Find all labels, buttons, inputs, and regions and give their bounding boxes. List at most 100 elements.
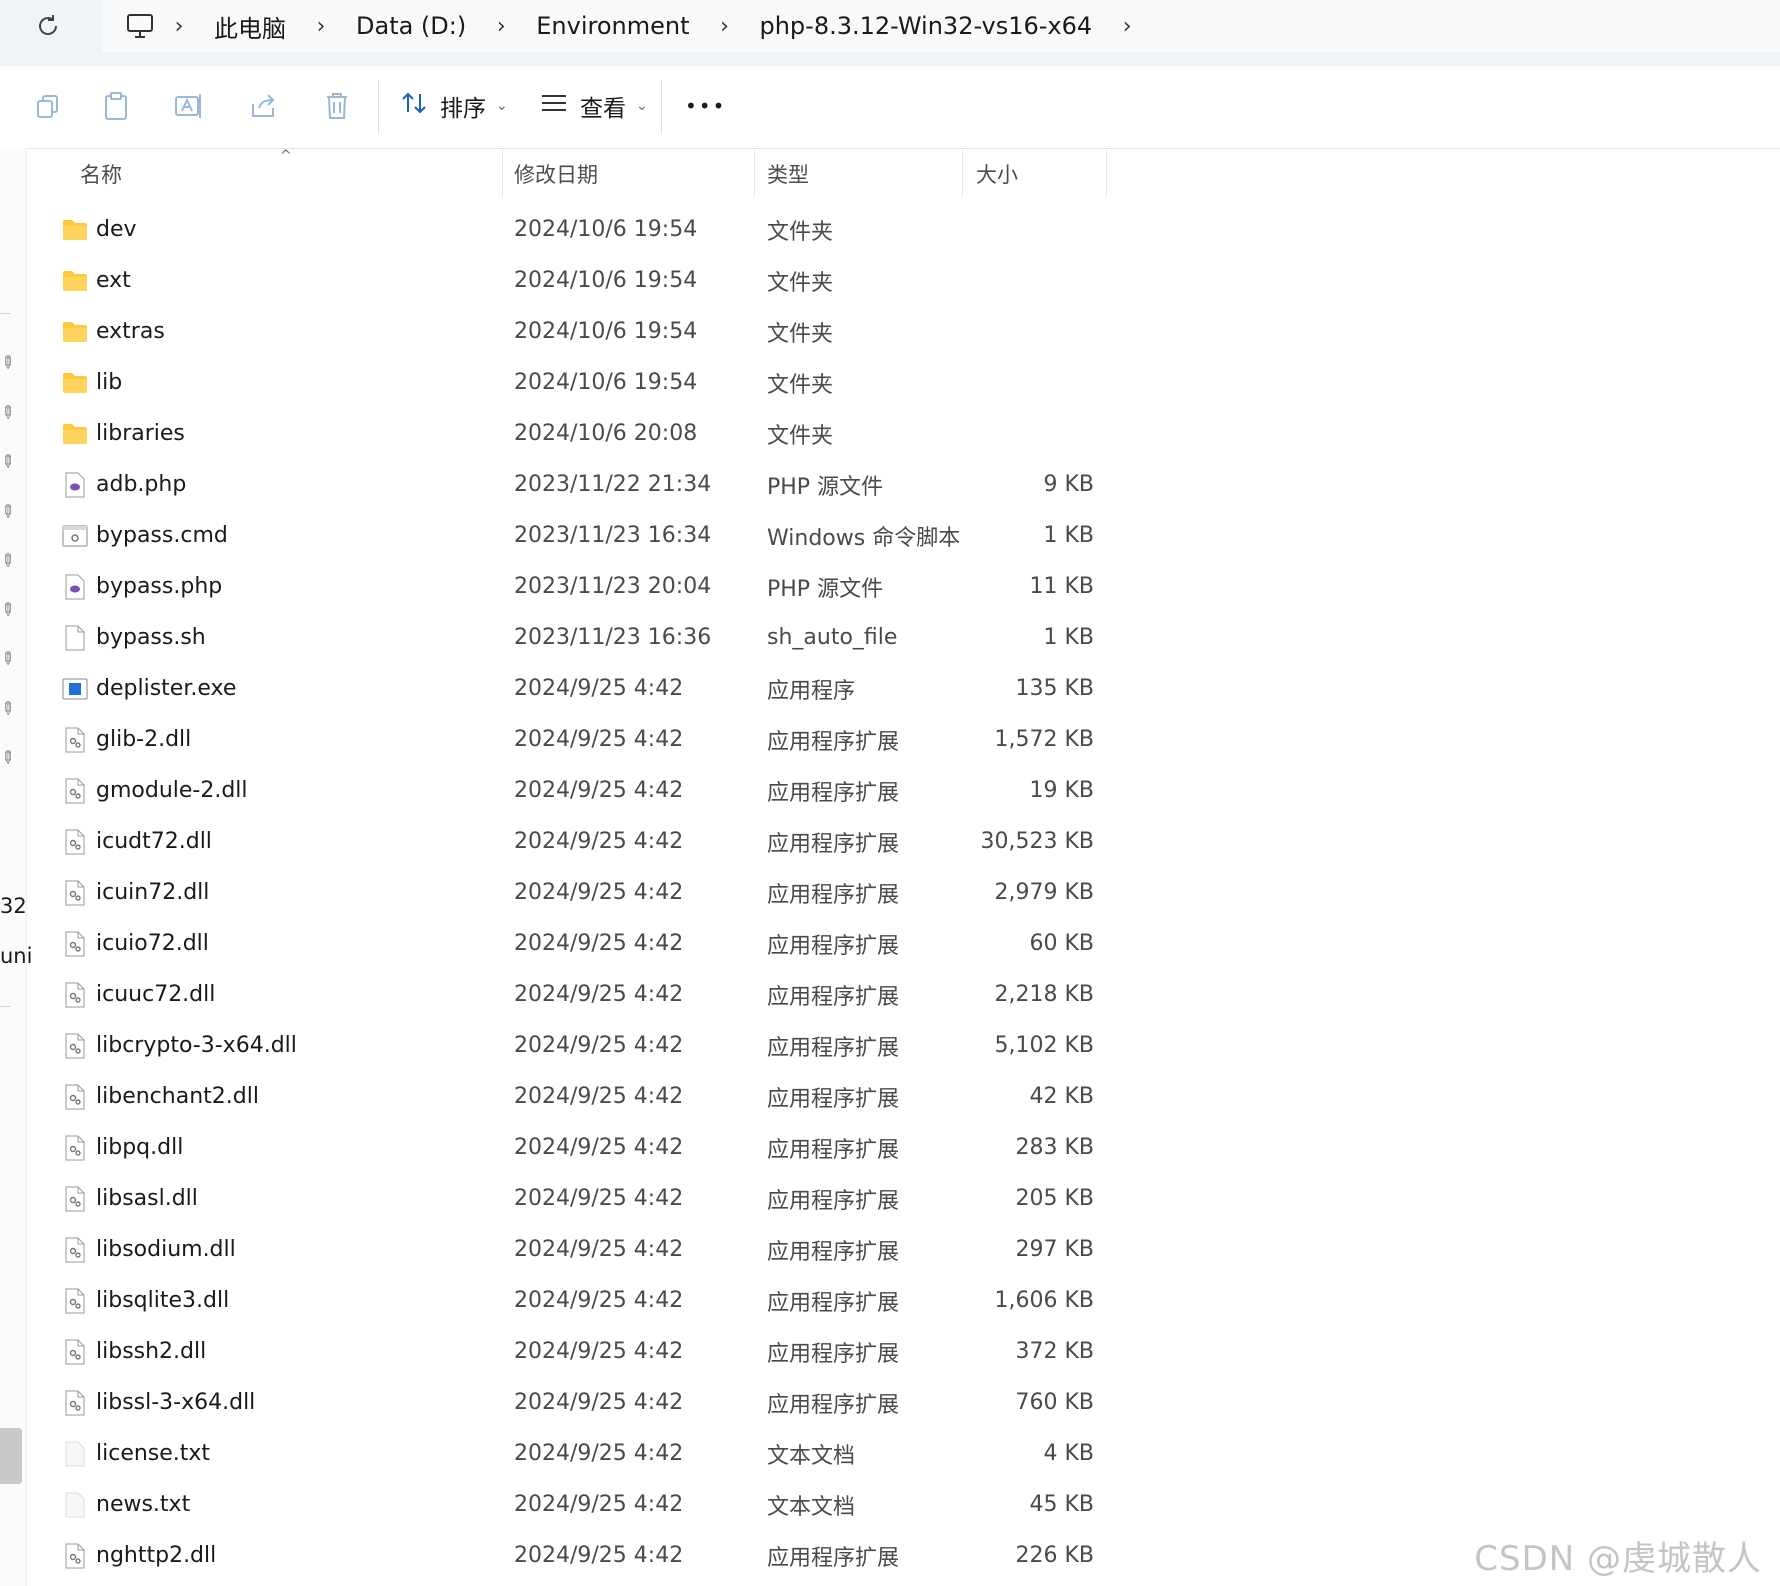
pin-icon[interactable]: ✎ <box>0 351 19 375</box>
file-name[interactable]: libpq.dll <box>96 1122 183 1173</box>
file-name[interactable]: libraries <box>96 408 185 459</box>
breadcrumb-item-this-pc[interactable]: 此电脑 <box>198 9 302 44</box>
column-divider[interactable] <box>1106 150 1107 198</box>
file-name[interactable]: icuuc72.dll <box>96 969 215 1020</box>
file-name[interactable]: deplister.exe <box>96 663 236 714</box>
file-name[interactable]: libenchant2.dll <box>96 1071 259 1122</box>
file-row[interactable]: icuuc72.dll 2024/9/25 4:42 应用程序扩展 2,218 KB <box>58 969 1108 1020</box>
file-row[interactable]: extras 2024/10/6 19:54 文件夹 <box>58 306 1108 357</box>
file-name[interactable]: license.txt <box>96 1428 210 1479</box>
file-row[interactable]: bypass.php 2023/11/23 20:04 PHP 源文件 11 KB <box>58 561 1108 612</box>
breadcrumb-item-environment[interactable]: Environment <box>520 12 705 40</box>
file-row[interactable]: libssh2.dll 2024/9/25 4:42 应用程序扩展 372 KB <box>58 1326 1108 1377</box>
pin-icon[interactable]: ✎ <box>0 746 19 770</box>
more-options-button[interactable]: ••• <box>685 84 726 128</box>
pin-icon[interactable]: ✎ <box>0 549 19 573</box>
chevron-right-icon[interactable]: › <box>705 14 743 39</box>
file-row[interactable]: libcrypto-3-x64.dll 2024/9/25 4:42 应用程序扩展 5… <box>58 1020 1108 1071</box>
file-row[interactable]: libsasl.dll 2024/9/25 4:42 应用程序扩展 205 KB <box>58 1173 1108 1224</box>
file-name[interactable]: bypass.cmd <box>96 510 228 561</box>
file-name[interactable]: libssl-3-x64.dll <box>96 1377 255 1428</box>
column-header-size[interactable]: 大小 <box>976 150 1018 198</box>
refresh-icon[interactable] <box>30 8 66 44</box>
nav-item-fragment[interactable]: 32 <box>0 894 27 918</box>
pin-icon[interactable]: ✎ <box>0 500 19 524</box>
file-name[interactable]: glib-2.dll <box>96 714 191 765</box>
file-row[interactable]: libsodium.dll 2024/9/25 4:42 应用程序扩展 297 KB <box>58 1224 1108 1275</box>
file-name[interactable]: libsqlite3.dll <box>96 1275 229 1326</box>
file-row[interactable]: license.txt 2024/9/25 4:42 文本文档 4 KB <box>58 1428 1108 1479</box>
file-row[interactable]: glib-2.dll 2024/9/25 4:42 应用程序扩展 1,572 KB <box>58 714 1108 765</box>
file-name[interactable]: icuio72.dll <box>96 918 209 969</box>
file-name[interactable]: lib <box>96 357 122 408</box>
column-divider[interactable] <box>962 150 963 198</box>
file-row[interactable]: lib 2024/10/6 19:54 文件夹 <box>58 357 1108 408</box>
file-row[interactable]: deplister.exe 2024/9/25 4:42 应用程序 135 KB <box>58 663 1108 714</box>
file-name[interactable]: libcrypto-3-x64.dll <box>96 1020 297 1071</box>
file-name[interactable]: icudt72.dll <box>96 816 212 867</box>
file-row[interactable]: bypass.cmd 2023/11/23 16:34 Windows 命令脚本 1 … <box>58 510 1108 561</box>
chevron-right-icon[interactable]: › <box>482 14 520 39</box>
chevron-right-icon[interactable]: › <box>1108 14 1146 39</box>
pin-icon[interactable]: ✎ <box>0 697 19 721</box>
file-name[interactable]: bypass.sh <box>96 612 206 663</box>
dll-file-icon <box>60 765 90 816</box>
sort-button[interactable]: 排序 ⌄ <box>400 84 508 128</box>
folder-icon <box>60 204 90 255</box>
pin-icon[interactable]: ✎ <box>0 647 19 671</box>
file-name[interactable]: libssh2.dll <box>96 1326 206 1377</box>
file-name[interactable]: bypass.php <box>96 561 222 612</box>
file-row[interactable]: libraries 2024/10/6 20:08 文件夹 <box>58 408 1108 459</box>
file-name[interactable]: libsodium.dll <box>96 1224 236 1275</box>
pin-icon[interactable]: ✎ <box>0 450 19 474</box>
column-header-type[interactable]: 类型 <box>767 150 809 198</box>
pin-icon[interactable]: ✎ <box>0 598 19 622</box>
file-name[interactable]: adb.php <box>96 459 186 510</box>
this-pc-icon[interactable] <box>120 6 160 46</box>
file-row[interactable]: nghttp2.dll 2024/9/25 4:42 应用程序扩展 226 KB <box>58 1530 1108 1581</box>
breadcrumb-item-php-folder[interactable]: php-8.3.12-Win32-vs16-x64 <box>743 12 1108 40</box>
file-name[interactable]: ext <box>96 255 131 306</box>
file-row[interactable]: libenchant2.dll 2024/9/25 4:42 应用程序扩展 42 KB <box>58 1071 1108 1122</box>
column-header-name[interactable]: 名称 <box>80 150 122 198</box>
file-row[interactable]: news.txt 2024/9/25 4:42 文本文档 45 KB <box>58 1479 1108 1530</box>
chevron-right-icon[interactable]: › <box>160 14 198 39</box>
pin-icon[interactable]: ✎ <box>0 401 19 425</box>
column-divider[interactable] <box>754 150 755 198</box>
file-row[interactable]: ext 2024/10/6 19:54 文件夹 <box>58 255 1108 306</box>
file-name[interactable]: dev <box>96 204 137 255</box>
delete-icon[interactable] <box>317 86 357 126</box>
file-row[interactable]: libssl-3-x64.dll 2024/9/25 4:42 应用程序扩展 760 … <box>58 1377 1108 1428</box>
breadcrumb-item-data-drive[interactable]: Data (D:) <box>340 12 482 40</box>
rename-icon[interactable] <box>169 86 209 126</box>
file-row[interactable]: adb.php 2023/11/22 21:34 PHP 源文件 9 KB <box>58 459 1108 510</box>
file-name[interactable]: gmodule-2.dll <box>96 765 248 816</box>
chevron-right-icon[interactable]: › <box>302 14 340 39</box>
file-list: dev 2024/10/6 19:54 文件夹 ext 2024/10/6 19:54 文… <box>58 204 1108 1581</box>
file-row[interactable]: gmodule-2.dll 2024/9/25 4:42 应用程序扩展 19 KB <box>58 765 1108 816</box>
file-row[interactable]: dev 2024/10/6 19:54 文件夹 <box>58 204 1108 255</box>
file-name[interactable]: news.txt <box>96 1479 190 1530</box>
file-name[interactable]: libsasl.dll <box>96 1173 198 1224</box>
file-size: 760 KB <box>1015 1390 1094 1415</box>
file-size: 9 KB <box>1043 472 1094 497</box>
file-row[interactable]: libpq.dll 2024/9/25 4:42 应用程序扩展 283 KB <box>58 1122 1108 1173</box>
share-icon[interactable] <box>243 86 283 126</box>
view-button[interactable]: 查看 ⌄ <box>540 84 648 128</box>
paste-icon[interactable] <box>96 86 136 126</box>
file-name[interactable]: icuin72.dll <box>96 867 209 918</box>
nav-item-fragment[interactable]: uni <box>0 944 32 968</box>
file-type: 应用程序扩展 <box>767 882 900 908</box>
file-row[interactable]: icuio72.dll 2024/9/25 4:42 应用程序扩展 60 KB <box>58 918 1108 969</box>
column-divider[interactable] <box>502 150 503 198</box>
file-name[interactable]: nghttp2.dll <box>96 1530 216 1581</box>
file-name[interactable]: extras <box>96 306 165 357</box>
file-row[interactable]: libsqlite3.dll 2024/9/25 4:42 应用程序扩展 1,606 … <box>58 1275 1108 1326</box>
nav-divider <box>0 1006 10 1007</box>
file-row[interactable]: bypass.sh 2023/11/23 16:36 sh_auto_file 1 K… <box>58 612 1108 663</box>
file-row[interactable]: icudt72.dll 2024/9/25 4:42 应用程序扩展 30,523 KB <box>58 816 1108 867</box>
file-row[interactable]: icuin72.dll 2024/9/25 4:42 应用程序扩展 2,979 KB <box>58 867 1108 918</box>
column-header-date[interactable]: 修改日期 <box>514 150 598 198</box>
copy-icon[interactable] <box>28 86 68 126</box>
nav-scrollbar-thumb[interactable] <box>0 1428 22 1484</box>
